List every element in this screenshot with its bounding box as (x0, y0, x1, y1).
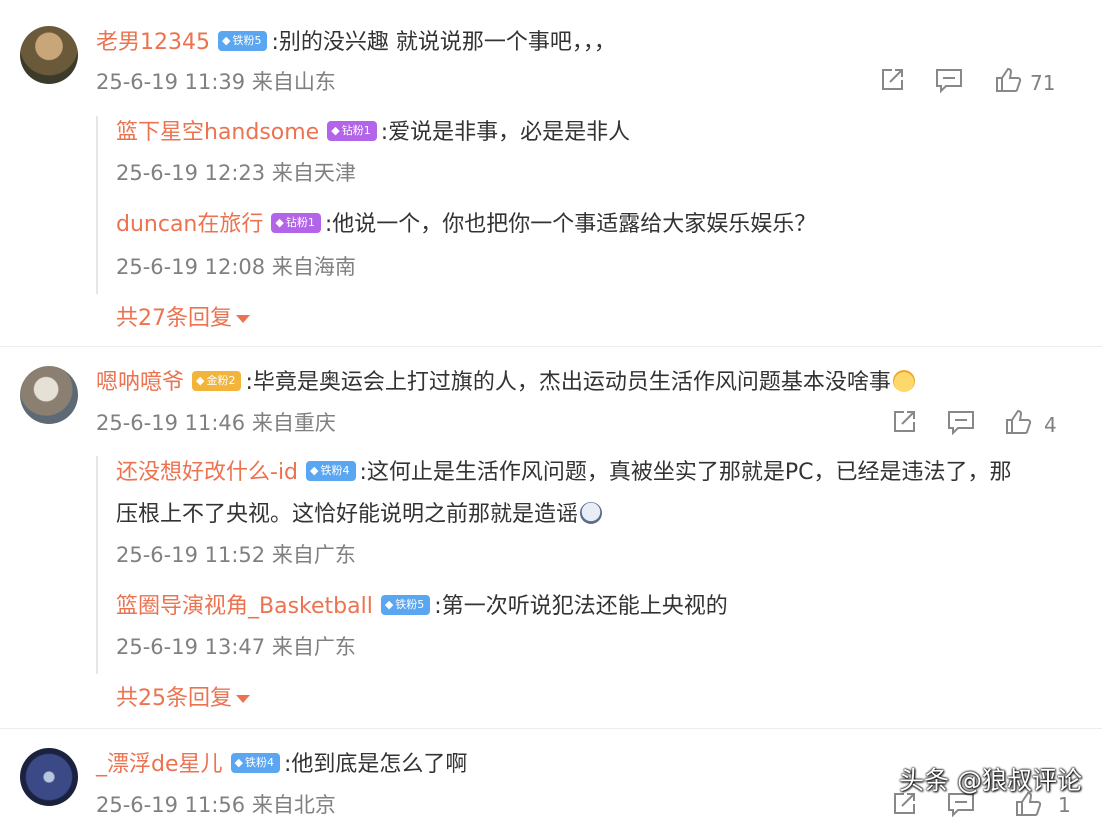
avatar[interactable] (20, 26, 78, 84)
cat-emoji-icon (892, 370, 915, 392)
badge-label: 金粉2 (206, 374, 236, 387)
username[interactable]: 老男12345 (96, 30, 210, 55)
reply-text: :爱说是非事，必是是非人 (380, 120, 631, 145)
badge-label: 铁粉5 (232, 34, 262, 47)
reply-meta: 25-6-19 12:23 来自天津 (116, 161, 356, 185)
fan-badge: ◆ 钻粉1 (271, 213, 321, 233)
avatar[interactable] (20, 366, 78, 424)
comment-line: _漂浮de星儿 ◆ 铁粉4:他到底是怎么了啊 (96, 750, 467, 780)
crying-emoji-icon (580, 502, 603, 524)
more-replies-label: 共27条回复 (116, 306, 232, 331)
diamond-icon: ◆ (331, 124, 340, 137)
reply-text: :他说一个，你也把你一个事适露给大家娱乐娱乐？ (324, 212, 817, 237)
more-replies-label: 共25条回复 (116, 686, 232, 711)
fan-badge: ◆ 铁粉4 (230, 753, 280, 773)
more-replies-link[interactable]: 共25条回复 (116, 684, 250, 714)
share-icon[interactable] (878, 66, 906, 94)
reply-line: 还没想好改什么-id ◆ 铁粉4:这何止是生活作风问题，真被坐实了那就是PC，已经是… (116, 458, 1012, 488)
like-icon[interactable] (994, 66, 1022, 94)
badge-label: 钻粉1 (341, 124, 371, 137)
like-count: 4 (1044, 413, 1057, 437)
reply-line: duncan在旅行 ◆ 钻粉1:他说一个，你也把你一个事适露给大家娱乐娱乐？ (116, 210, 816, 240)
reply-line: 篮圈导演视角_Basketball ◆ 铁粉5:第一次听说犯法还能上央视的 (116, 592, 728, 622)
divider (0, 346, 1102, 347)
comment-icon[interactable] (946, 408, 976, 436)
comment-line: 嗯呐噫爷 ◆ 金粉2:毕竟是奥运会上打过旗的人，杰出运动员生活作风问题基本没啥事 (96, 368, 915, 398)
comment-text: :毕竟是奥运会上打过旗的人，杰出运动员生活作风问题基本没啥事 (245, 370, 891, 395)
reply-text: 压根上不了央视。这恰好能说明之前那就是造谣 (116, 502, 579, 527)
action-bar: 4 (782, 408, 1102, 438)
username[interactable]: duncan在旅行 (116, 212, 263, 237)
username[interactable]: 嗯呐噫爷 (96, 370, 184, 395)
like-count: 71 (1030, 71, 1056, 95)
reply-text: :这何止是生活作风问题，真被坐实了那就是PC，已经是违法了，那 (359, 460, 1012, 485)
badge-label: 铁粉4 (320, 464, 350, 477)
badge-label: 铁粉4 (244, 756, 274, 769)
badge-label: 钻粉1 (285, 216, 315, 229)
reply-meta: 25-6-19 11:52 来自广东 (116, 543, 356, 567)
username[interactable]: 还没想好改什么-id (116, 460, 298, 485)
diamond-icon: ◆ (310, 464, 319, 477)
fan-badge: ◆ 铁粉5 (218, 31, 268, 51)
comment-line: 老男12345 ◆ 铁粉5:别的没兴趣 就说说那一个事吧，，， (96, 28, 616, 58)
comment-text: :他到底是怎么了啊 (283, 752, 468, 777)
comment-meta: 25-6-19 11:39 来自山东 (96, 70, 336, 94)
username[interactable]: 篮圈导演视角_Basketball (116, 594, 373, 619)
username[interactable]: _漂浮de星儿 (96, 752, 223, 777)
reply-text: :第一次听说犯法还能上央视的 (434, 594, 728, 619)
like-icon[interactable] (1004, 408, 1032, 436)
reply-line-continued: 压根上不了央视。这恰好能说明之前那就是造谣 (116, 500, 603, 530)
comment-text: :别的没兴趣 就说说那一个事吧，，， (271, 30, 616, 55)
comment-meta: 25-6-19 11:46 来自重庆 (96, 411, 336, 435)
chevron-down-icon (236, 695, 250, 703)
divider (0, 728, 1102, 729)
diamond-icon: ◆ (275, 216, 284, 229)
username[interactable]: 篮下星空handsome (116, 120, 319, 145)
diamond-icon: ◆ (234, 756, 243, 769)
chevron-down-icon (236, 315, 250, 323)
fan-badge: ◆ 金粉2 (192, 371, 242, 391)
reply-line: 篮下星空handsome ◆ 钻粉1:爱说是非事，必是是非人 (116, 118, 630, 148)
comment-meta: 25-6-19 11:56 来自北京 (96, 793, 336, 817)
reply-meta: 25-6-19 12:08 来自海南 (116, 255, 356, 279)
action-bar: 71 (782, 66, 1102, 96)
diamond-icon: ◆ (384, 598, 394, 611)
more-replies-link[interactable]: 共27条回复 (116, 304, 250, 334)
fan-badge: ◆ 钻粉1 (327, 121, 377, 141)
watermark: 头条 @狼叔评论 (899, 766, 1082, 795)
diamond-icon: ◆ (196, 374, 205, 387)
diamond-icon: ◆ (222, 34, 231, 47)
share-icon[interactable] (890, 408, 918, 436)
reply-meta: 25-6-19 13:47 来自广东 (116, 635, 356, 659)
fan-badge: ◆ 铁粉4 (306, 461, 356, 481)
comment-icon[interactable] (934, 66, 964, 94)
fan-badge: ◆ 铁粉5 (380, 595, 431, 615)
avatar[interactable] (20, 748, 78, 806)
badge-label: 铁粉5 (395, 598, 425, 611)
